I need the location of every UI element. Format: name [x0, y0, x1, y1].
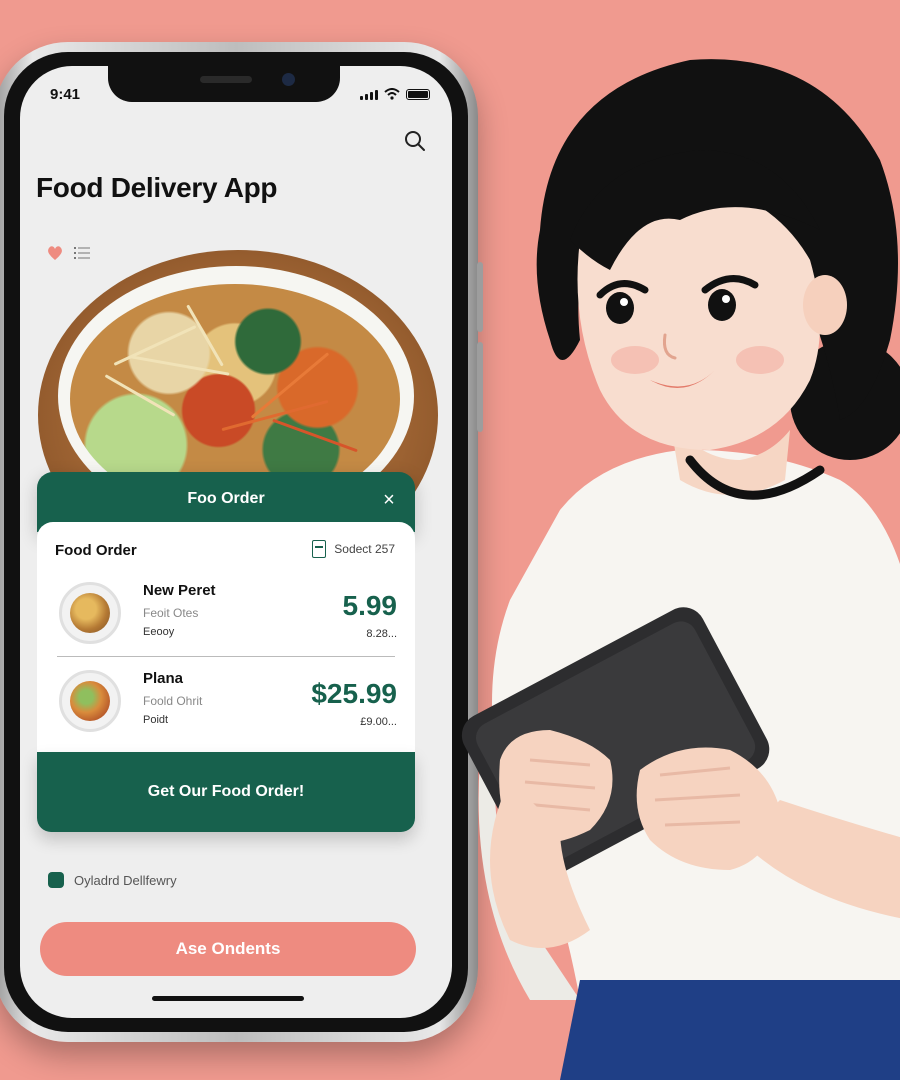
front-camera: [282, 73, 295, 86]
item-price: 5.99: [342, 590, 398, 621]
heart-icon[interactable]: [46, 244, 64, 262]
item-price-detail: 8.28...: [366, 628, 397, 640]
speaker-grille: [200, 76, 252, 83]
item-name: Plana: [143, 670, 184, 687]
delivery-label: Oyladrd Dellfewry: [74, 872, 177, 888]
phone-screen: 9:41 Food Delivery App Foo Order × Food …: [20, 66, 452, 1018]
divider: [57, 656, 395, 657]
app-title: Food Delivery App: [36, 172, 278, 203]
item-price-detail: £9.00...: [360, 716, 397, 728]
wifi-icon: [384, 88, 400, 100]
notch: [108, 66, 340, 102]
item-detail: Eeooy: [143, 626, 175, 638]
home-indicator: [152, 996, 304, 1001]
item-description: Feoit Otes: [143, 606, 199, 620]
item-thumbnail: [59, 670, 121, 732]
pin-icon: [48, 872, 64, 888]
order-card: Food Order Sodect 257 New Peret Feoit Ot…: [37, 522, 415, 752]
item-price: $25.99: [311, 678, 397, 709]
item-detail: Poidt: [143, 714, 169, 726]
order-item[interactable]: Plana Foold Ohrit Poidt $25.99 £9.00...: [55, 664, 397, 744]
close-icon[interactable]: ×: [379, 490, 399, 510]
order-item[interactable]: New Peret Feoit Otes Eeooy 5.99 8.28...: [55, 576, 397, 656]
filter-row: [46, 244, 90, 262]
status-time: 9:41: [50, 86, 81, 103]
item-description: Foold Ohrit: [143, 694, 203, 708]
get-order-button[interactable]: Get Our Food Order!: [37, 752, 415, 832]
signal-icon: [360, 90, 378, 100]
select-label: Sodect 257: [334, 542, 395, 556]
delivery-option[interactable]: Oyladrd Dellfewry: [48, 872, 177, 888]
battery-icon: [406, 89, 430, 100]
list-icon[interactable]: [74, 246, 90, 260]
item-name: New Peret: [143, 582, 216, 599]
scene: 9:41 Food Delivery App Foo Order × Food …: [0, 0, 900, 1080]
orders-button[interactable]: Ase Ondents: [40, 922, 416, 976]
phone-mockup: 9:41 Food Delivery App Foo Order × Food …: [0, 42, 483, 1042]
select-control[interactable]: Sodect 257: [312, 540, 395, 558]
item-thumbnail: [59, 582, 121, 644]
woman-illustration: [461, 59, 900, 1080]
order-card-title: Food Order: [55, 542, 137, 559]
status-icons: [360, 88, 430, 100]
order-modal-title: Foo Order: [187, 490, 265, 507]
cart-icon: [312, 540, 327, 558]
search-icon[interactable]: [402, 128, 428, 154]
